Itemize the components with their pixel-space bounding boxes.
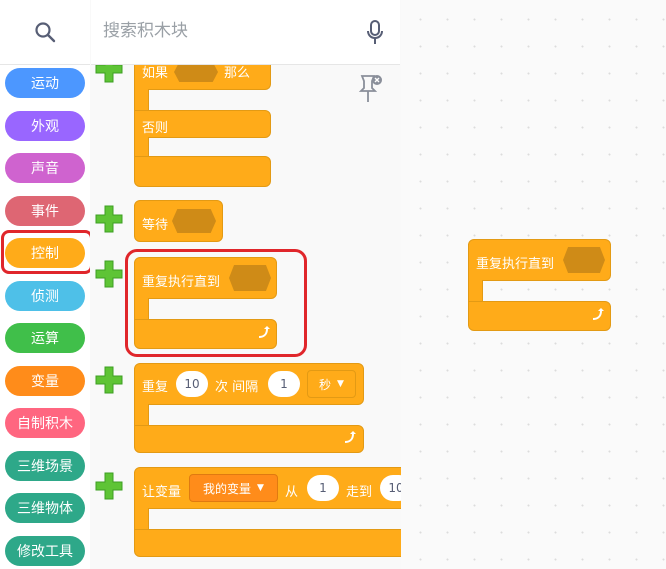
category-sound[interactable]: 声音 xyxy=(5,153,85,183)
repeat-label: 重复 xyxy=(142,380,169,395)
let-var-label: 让变量 xyxy=(142,485,182,500)
code-workspace[interactable] xyxy=(401,0,666,569)
to-label: 走到 xyxy=(346,485,373,500)
loop-arrow-icon xyxy=(592,308,604,320)
search-icon xyxy=(35,22,56,43)
add-block-icon[interactable] xyxy=(93,258,125,290)
selected-category-highlight xyxy=(1,230,93,274)
chevron-down-icon: ▼ xyxy=(337,379,344,389)
add-block-icon[interactable] xyxy=(93,470,125,502)
else-label: 否则 xyxy=(142,121,169,136)
search-input[interactable] xyxy=(101,20,345,42)
highlight-frame xyxy=(125,249,307,357)
condition-slot[interactable] xyxy=(563,247,605,273)
category-events[interactable]: 事件 xyxy=(5,196,85,226)
category-sensing[interactable]: 侦测 xyxy=(5,281,85,311)
variable-value: 我的变量 xyxy=(203,481,252,496)
interval-input[interactable]: 1 xyxy=(268,371,300,397)
microphone-icon[interactable] xyxy=(366,20,384,46)
add-block-icon[interactable] xyxy=(93,364,125,396)
add-block-icon[interactable] xyxy=(93,203,125,235)
unit-dropdown[interactable]: 秒 ▼ xyxy=(307,370,356,398)
repeat-count-input[interactable]: 10 xyxy=(176,371,208,397)
category-operators[interactable]: 运算 xyxy=(5,323,85,353)
wait-label: 等待 xyxy=(142,218,169,233)
category-3d-scene[interactable]: 三维场景 xyxy=(5,451,85,481)
loop-arrow-icon xyxy=(344,431,356,443)
unit-value: 秒 xyxy=(319,377,332,392)
from-label: 从 xyxy=(285,485,299,500)
condition-slot[interactable] xyxy=(172,209,216,233)
category-my-blocks[interactable]: 自制积木 xyxy=(5,408,85,438)
pin-icon[interactable] xyxy=(358,72,384,104)
condition-slot[interactable] xyxy=(174,62,218,82)
from-input[interactable]: 1 xyxy=(307,475,339,501)
variable-dropdown[interactable]: 我的变量 ▼ xyxy=(189,474,278,502)
category-modify-tools[interactable]: 修改工具 xyxy=(5,536,85,566)
search-button[interactable] xyxy=(0,0,90,65)
category-3d-object[interactable]: 三维物体 xyxy=(5,493,85,523)
chevron-down-icon: ▼ xyxy=(257,483,264,493)
category-looks[interactable]: 外观 xyxy=(5,111,85,141)
times-interval-label: 次 间隔 xyxy=(215,380,259,395)
category-menu: 运动 外观 声音 事件 控制 侦测 运算 变量 自制积木 三维场景 三维物体 修… xyxy=(0,0,91,569)
category-motion[interactable]: 运动 xyxy=(5,68,85,98)
search-bar xyxy=(91,0,400,65)
category-variables[interactable]: 变量 xyxy=(5,366,85,396)
repeat-until-label: 重复执行直到 xyxy=(476,257,555,272)
